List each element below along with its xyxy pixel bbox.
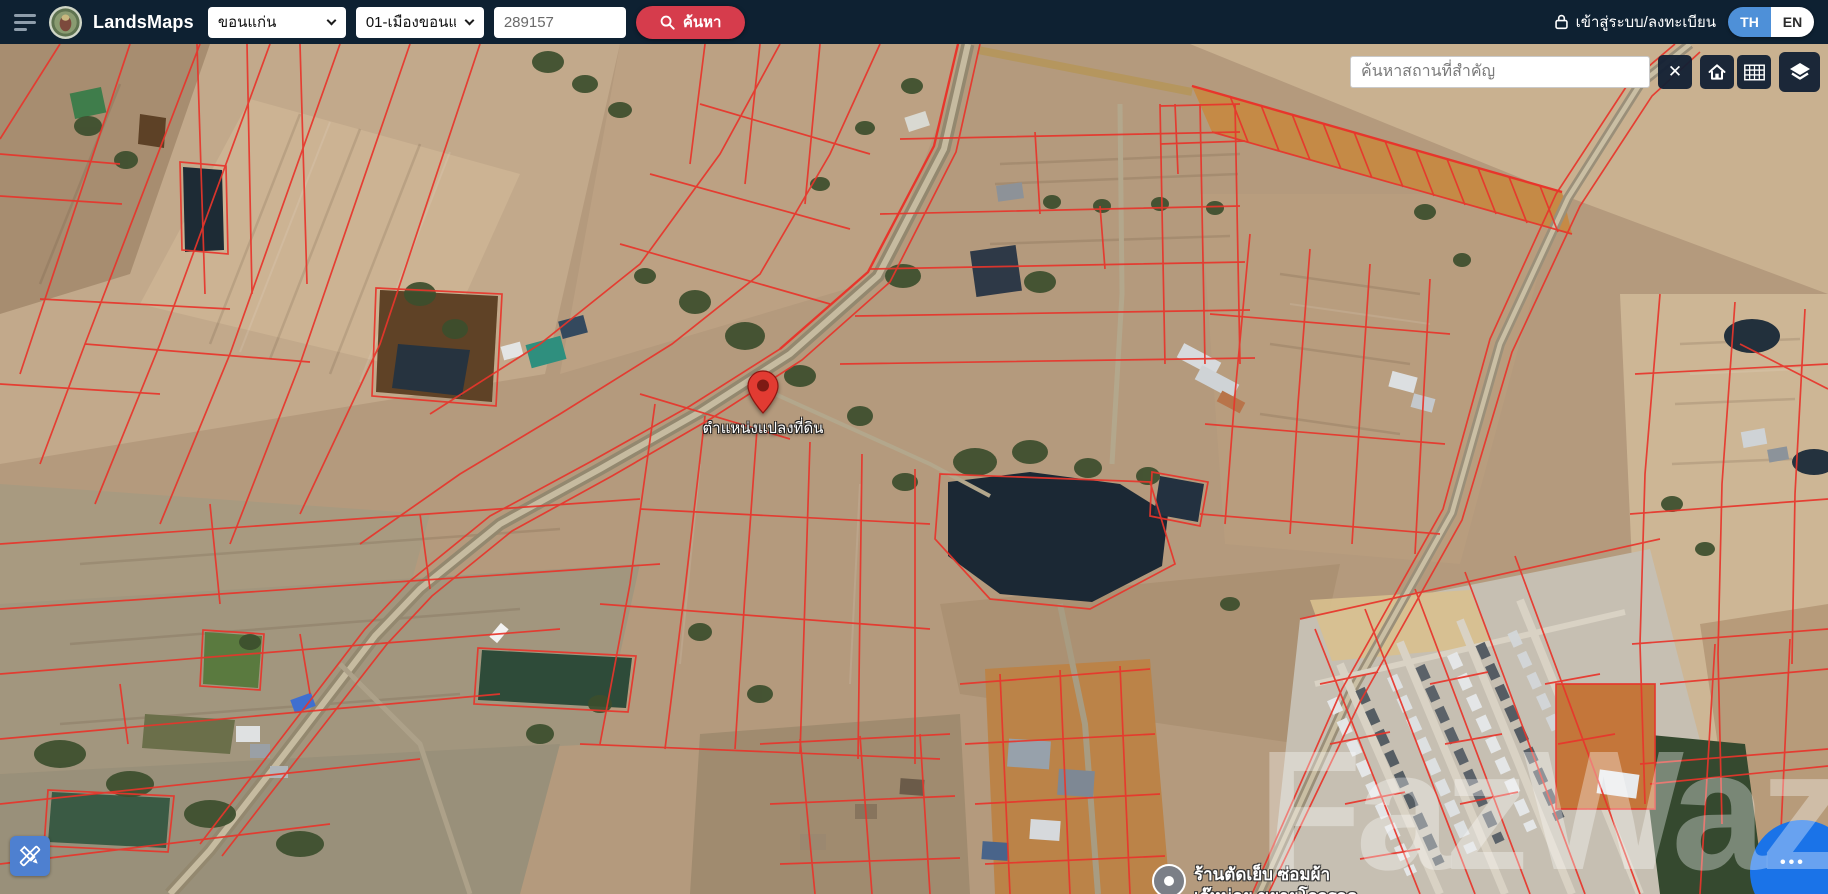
parcel-number-input[interactable]	[494, 7, 626, 38]
district-select[interactable]: 01-เมืองขอนแก่น	[356, 7, 484, 38]
layers-button[interactable]	[1779, 52, 1820, 92]
menu-icon[interactable]	[14, 14, 38, 31]
lock-icon	[1554, 14, 1569, 30]
map-canvas[interactable]: ✕ ตำแหน่ง	[0, 44, 1828, 894]
grid-view-button[interactable]	[1737, 55, 1771, 89]
satellite-map	[0, 44, 1828, 894]
lang-en-button[interactable]: EN	[1771, 7, 1814, 37]
province-select[interactable]: ขอนแก่น	[208, 7, 346, 38]
login-register-link[interactable]: เข้าสู่ระบบ/ลงทะเบียน	[1554, 10, 1716, 34]
lang-th-button[interactable]: TH	[1728, 7, 1771, 37]
close-icon: ✕	[1668, 62, 1682, 82]
measure-tools-button[interactable]	[10, 836, 50, 876]
search-icon	[660, 15, 675, 30]
login-register-label: เข้าสู่ระบบ/ลงทะเบียน	[1576, 10, 1716, 34]
map-pin-icon[interactable]	[746, 370, 780, 414]
search-button-label: ค้นหา	[683, 10, 722, 34]
topbar-right-group: เข้าสู่ระบบ/ลงทะเบียน TH EN	[1554, 7, 1814, 37]
measure-tools-icon	[17, 843, 43, 869]
top-navigation-bar: LandsMaps ขอนแก่น 01-เมืองขอนแก่น ค้นหา …	[0, 0, 1828, 44]
more-options-icon: •••	[1780, 854, 1806, 872]
province-select-wrap: ขอนแก่น	[208, 7, 346, 38]
home-button[interactable]	[1700, 55, 1734, 89]
map-search-clear-button[interactable]: ✕	[1658, 55, 1692, 89]
district-select-wrap: 01-เมืองขอนแก่น	[356, 7, 484, 38]
search-button[interactable]: ค้นหา	[636, 6, 746, 39]
layers-icon	[1788, 60, 1812, 84]
lands-department-logo	[48, 5, 83, 40]
app-title: LandsMaps	[93, 12, 194, 33]
grid-icon	[1744, 64, 1765, 81]
language-toggle: TH EN	[1728, 7, 1814, 37]
map-search-input[interactable]	[1350, 56, 1650, 88]
home-icon	[1707, 62, 1727, 82]
